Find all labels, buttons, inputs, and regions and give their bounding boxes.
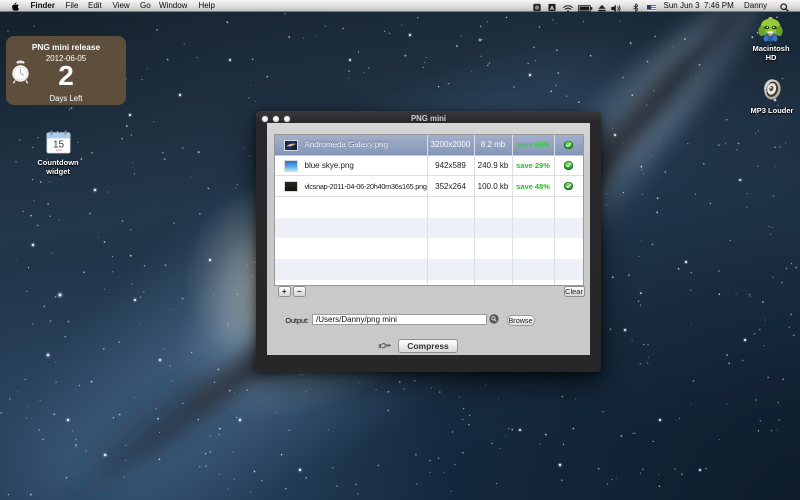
svg-text:June: June: [55, 148, 61, 152]
svg-text:A: A: [550, 6, 554, 12]
